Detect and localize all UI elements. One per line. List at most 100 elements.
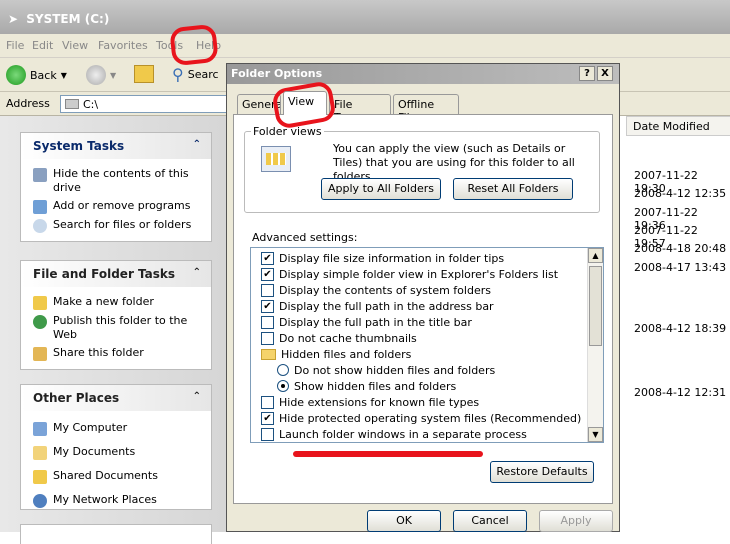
apply-button[interactable]: Apply: [539, 510, 613, 532]
forward-button[interactable]: ▼: [86, 65, 116, 85]
scroll-down-icon[interactable]: ▼: [588, 427, 603, 442]
tab-file-types[interactable]: File Types: [329, 94, 391, 124]
shared-folder-icon: [33, 470, 47, 484]
apply-to-all-folders-button[interactable]: Apply to All Folders: [321, 178, 441, 200]
task-hide-contents[interactable]: Hide the contents of this drive: [21, 165, 211, 197]
checkbox[interactable]: [261, 331, 274, 345]
panel-title: File and Folder Tasks: [33, 267, 176, 281]
chevron-down-icon: ▼: [110, 70, 117, 80]
search-icon: [33, 219, 47, 233]
date-cell: 2008-4-12 18:39: [634, 322, 727, 335]
setting-cache-thumbnails[interactable]: Do not cache thumbnails: [261, 330, 417, 346]
setting-separate-process[interactable]: Launch folder windows in a separate proc…: [261, 426, 527, 442]
scroll-thumb[interactable]: [589, 266, 602, 346]
setting-full-path-title[interactable]: Display the full path in the title bar: [261, 314, 472, 330]
checkbox[interactable]: [261, 427, 274, 441]
advanced-settings-list[interactable]: ✔ Display file size information in folder…: [250, 247, 604, 443]
setting-label: Display file size information in folder …: [279, 251, 505, 265]
scroll-up-icon[interactable]: ▲: [588, 248, 603, 263]
setting-label: Show hidden files and folders: [294, 379, 457, 393]
task-search-files[interactable]: Search for files or folders: [21, 216, 211, 235]
task-label: Publish this folder to the Web: [53, 314, 188, 341]
task-pane: System Tasks ⌃ Hide the contents of this…: [0, 116, 226, 544]
place-label: My Computer: [53, 421, 128, 434]
radio-button[interactable]: [277, 364, 289, 376]
date-cell: 2008-4-18 20:48: [634, 242, 727, 255]
checkbox[interactable]: ✔: [261, 251, 274, 265]
date-modified-column-header[interactable]: Date Modified: [626, 116, 730, 136]
new-folder-icon: [33, 296, 47, 310]
restore-defaults-button[interactable]: Restore Defaults: [490, 461, 594, 483]
checkbox[interactable]: ✔: [261, 299, 274, 313]
explorer-title-bar: ➤ SYSTEM (C:): [0, 0, 730, 34]
collapse-icon[interactable]: ⌃: [193, 139, 201, 150]
task-share-folder[interactable]: Share this folder: [21, 344, 211, 363]
setting-hide-extensions[interactable]: Hide extensions for known file types: [261, 394, 479, 410]
up-folder-icon: [134, 65, 154, 83]
menu-edit[interactable]: Edit: [32, 39, 53, 52]
radio-button[interactable]: [277, 380, 289, 392]
dialog-title: Folder Options: [231, 67, 323, 80]
search-icon: ⚲: [172, 65, 184, 84]
place-label: My Documents: [53, 445, 136, 458]
collapse-icon[interactable]: ⌃: [193, 391, 201, 402]
setting-show-hidden[interactable]: Show hidden files and folders: [277, 378, 456, 394]
back-label: Back: [30, 68, 57, 82]
setting-label: Do not show hidden files and folders: [294, 363, 496, 377]
setting-hide-protected-files[interactable]: ✔ Hide protected operating system files (…: [261, 410, 581, 426]
network-icon: [33, 494, 47, 508]
ok-button[interactable]: OK: [367, 510, 441, 532]
checkbox[interactable]: [261, 283, 274, 297]
tab-view[interactable]: View: [283, 91, 327, 115]
setting-system-folders[interactable]: Display the contents of system folders: [261, 282, 491, 298]
up-folder-button[interactable]: [134, 65, 154, 83]
menu-favorites[interactable]: Favorites: [98, 39, 148, 52]
search-button[interactable]: ⚲ Searc: [172, 65, 219, 84]
place-my-documents[interactable]: My Documents: [21, 443, 211, 467]
close-button[interactable]: X: [597, 66, 613, 81]
back-button[interactable]: Back ▼: [6, 65, 67, 85]
tab-offline-files[interactable]: Offline Files: [393, 94, 459, 124]
system-tasks-panel: System Tasks ⌃ Hide the contents of this…: [20, 132, 212, 242]
checkbox[interactable]: ✔: [261, 267, 274, 281]
chevron-down-icon: ▼: [60, 70, 67, 80]
settings-scrollbar[interactable]: ▲ ▼: [587, 248, 603, 442]
place-my-computer[interactable]: My Computer: [21, 419, 211, 443]
view-tab-panel: Folder views You can apply the view (suc…: [233, 114, 613, 504]
task-add-remove-programs[interactable]: Add or remove programs: [21, 197, 211, 216]
checkbox[interactable]: ✔: [261, 411, 274, 425]
setting-simple-folder-view[interactable]: ✔ Display simple folder view in Explorer'…: [261, 266, 558, 282]
globe-icon: [33, 315, 47, 329]
other-places-panel: Other Places ⌃ My Computer My Documents …: [20, 384, 212, 510]
search-label: Searc: [187, 68, 219, 81]
system-tasks-header[interactable]: System Tasks ⌃: [21, 133, 211, 159]
setting-file-size-tips[interactable]: ✔ Display file size information in folder…: [261, 250, 504, 266]
collapse-icon[interactable]: ⌃: [193, 267, 201, 278]
task-label: Add or remove programs: [53, 199, 191, 212]
menu-bar: File Edit View Favorites Tools Help: [0, 34, 730, 58]
window-title: SYSTEM (C:): [26, 12, 110, 26]
place-shared-documents[interactable]: Shared Documents: [21, 467, 211, 491]
setting-label: Display the full path in the title bar: [279, 315, 472, 329]
setting-label: Launch folder windows in a separate proc…: [279, 427, 527, 441]
place-my-network[interactable]: My Network Places: [21, 491, 211, 510]
cancel-button[interactable]: Cancel: [453, 510, 527, 532]
checkbox[interactable]: [261, 315, 274, 329]
window-icon: ➤: [8, 12, 19, 26]
file-folder-tasks-panel: File and Folder Tasks ⌃ Make a new folde…: [20, 260, 212, 370]
documents-icon: [33, 446, 47, 460]
setting-full-path-address[interactable]: ✔ Display the full path in the address ba…: [261, 298, 494, 314]
menu-file[interactable]: File: [6, 39, 24, 52]
task-new-folder[interactable]: Make a new folder: [21, 293, 211, 312]
checkbox[interactable]: [261, 395, 274, 409]
file-tasks-header[interactable]: File and Folder Tasks ⌃: [21, 261, 211, 287]
other-places-header[interactable]: Other Places ⌃: [21, 385, 211, 411]
reset-all-folders-button[interactable]: Reset All Folders: [453, 178, 573, 200]
dialog-title-bar: Folder Options ? X: [227, 64, 619, 84]
advanced-settings-label: Advanced settings:: [252, 231, 358, 244]
help-button[interactable]: ?: [579, 66, 595, 81]
setting-do-not-show-hidden[interactable]: Do not show hidden files and folders: [277, 362, 495, 378]
task-publish-web[interactable]: Publish this folder to the Web: [21, 312, 211, 344]
back-arrow-icon: [6, 65, 26, 85]
menu-view[interactable]: View: [62, 39, 88, 52]
